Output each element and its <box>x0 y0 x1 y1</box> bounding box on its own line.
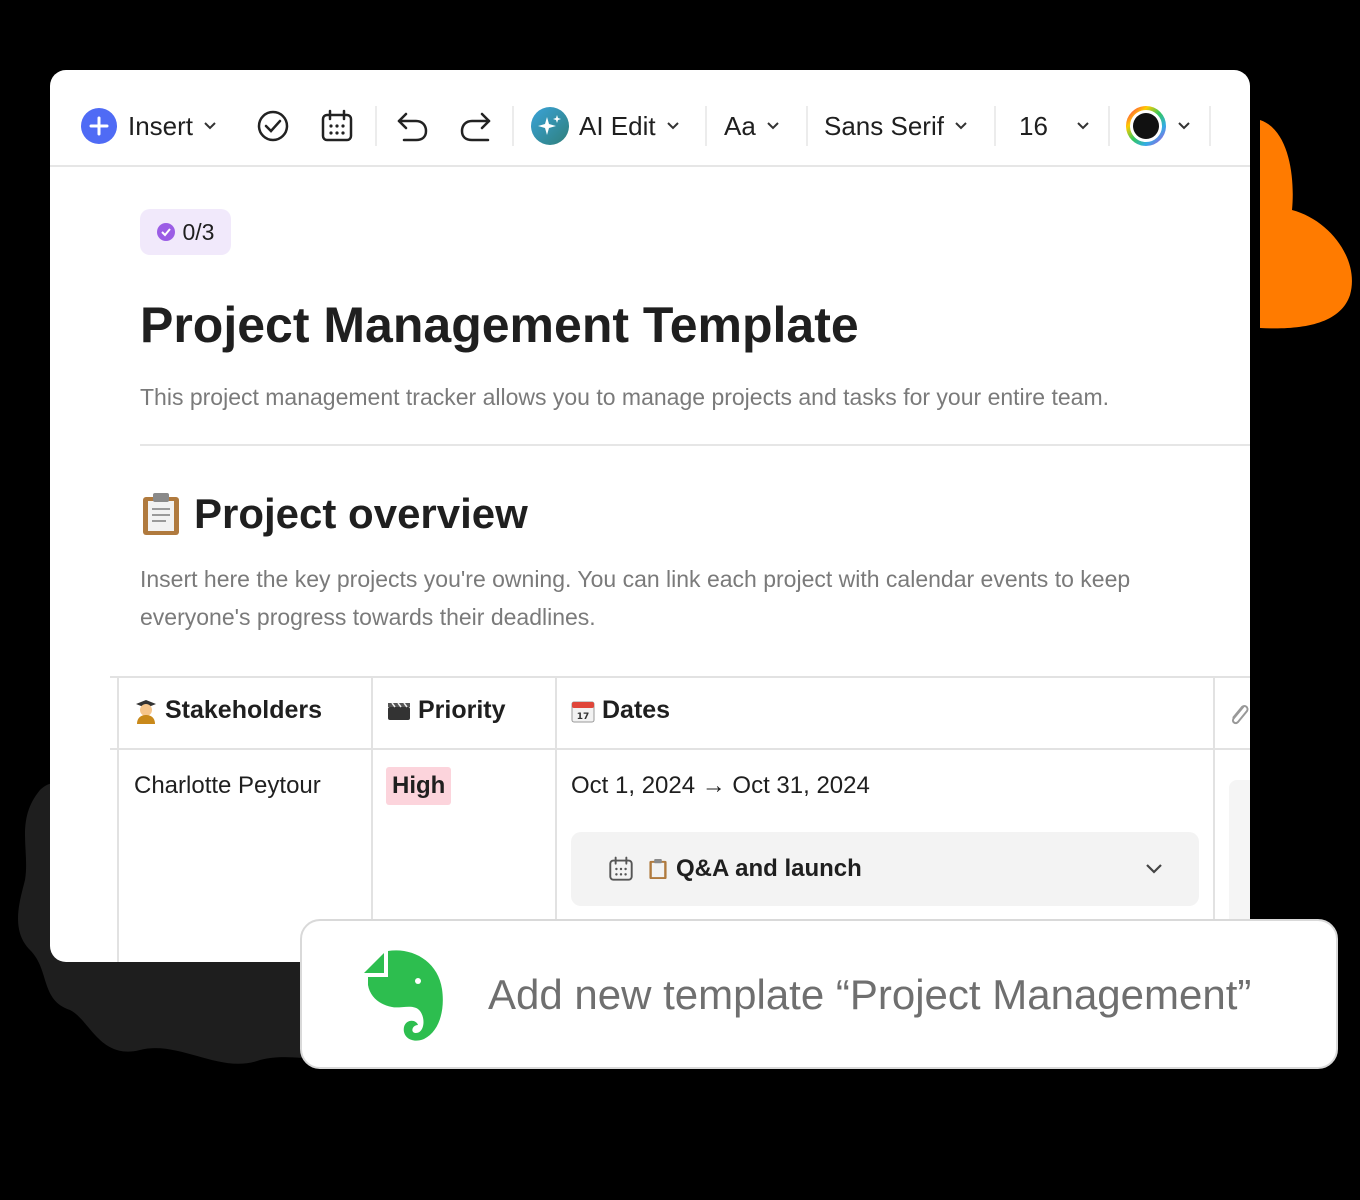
calendar-date-icon: 17 <box>571 701 595 722</box>
divider <box>140 444 1250 446</box>
column-header-priority[interactable]: Priority <box>387 696 506 725</box>
text-style-dropdown[interactable]: Aa <box>724 102 780 150</box>
toolbar-divider <box>512 106 514 146</box>
chevron-down-icon <box>1146 864 1162 874</box>
check-badge-icon <box>156 223 175 241</box>
dates-cell[interactable]: Oct 1, 2024 → Oct 31, 2024 <box>571 772 870 800</box>
toolbar-divider <box>1209 106 1211 146</box>
event-title: Q&A and launch <box>676 855 862 882</box>
evernote-elephant-icon <box>364 950 443 1041</box>
ai-edit-label: AI Edit <box>579 110 656 141</box>
column-header-label: Stakeholders <box>165 696 323 724</box>
stakeholder-cell[interactable]: Charlotte Peytour <box>134 772 321 800</box>
toolbar-divider <box>806 106 808 146</box>
font-size-value: 16 <box>1019 110 1048 141</box>
chevron-down-icon <box>955 122 967 130</box>
column-header-stakeholders[interactable]: Stakeholders <box>134 696 322 725</box>
toolbar: Insert AI Edit Aa Sans Serif 16 <box>50 70 1250 167</box>
page-description: This project management tracker allows y… <box>140 384 1110 410</box>
table-border <box>110 676 1250 678</box>
section-heading: Project overview <box>140 490 528 538</box>
text-style-label: Aa <box>724 110 756 141</box>
toolbar-divider <box>375 106 377 146</box>
ai-sparkle-icon <box>531 107 569 145</box>
column-header-label: Priority <box>418 696 506 724</box>
template-notification[interactable]: Add new template “Project Management” <box>300 919 1338 1069</box>
column-header-dates[interactable]: 17 Dates <box>571 696 670 725</box>
progress-count: 0/3 <box>182 218 215 245</box>
linked-event[interactable]: Q&A and launch <box>571 832 1199 906</box>
chevron-down-icon <box>204 122 216 130</box>
undo-button[interactable] <box>394 102 430 150</box>
font-size-dropdown[interactable]: 16 <box>1019 102 1090 150</box>
student-icon <box>136 699 156 724</box>
text-color-picker[interactable] <box>1125 102 1191 150</box>
clapperboard-icon <box>388 702 410 720</box>
insert-button[interactable]: Insert <box>81 102 217 150</box>
notification-text: Add new template “Project Management” <box>488 971 1252 1018</box>
toolbar-divider <box>1108 106 1110 146</box>
svg-text:17: 17 <box>577 712 590 722</box>
color-wheel-icon <box>1126 106 1166 146</box>
priority-tag[interactable]: High <box>386 767 452 805</box>
section-title: Project overview <box>194 490 528 537</box>
check-circle-icon <box>257 110 289 142</box>
page-title: Project Management Template <box>140 297 859 353</box>
clipboard-icon <box>649 859 667 879</box>
font-family-dropdown[interactable]: Sans Serif <box>824 102 968 150</box>
chevron-down-icon <box>1178 122 1190 130</box>
checklist-button[interactable] <box>256 102 290 150</box>
editor-window: Insert AI Edit Aa Sans Serif 16 0/3 Proj… <box>50 70 1250 962</box>
redo-icon <box>460 112 491 142</box>
attachment-icon <box>1231 704 1249 725</box>
insert-label: Insert <box>128 110 194 141</box>
redo-button[interactable] <box>458 102 494 150</box>
clipboard-icon <box>143 493 179 535</box>
table-column-border <box>117 676 119 962</box>
calendar-icon <box>321 109 353 142</box>
font-family-label: Sans Serif <box>824 110 944 141</box>
chevron-down-icon <box>1077 122 1089 130</box>
task-progress-badge[interactable]: 0/3 <box>140 209 231 255</box>
toolbar-divider <box>994 106 996 146</box>
section-text: Insert here the key projects you're owni… <box>140 566 1131 630</box>
undo-icon <box>397 112 428 142</box>
table-border <box>110 748 1250 750</box>
calendar-button[interactable] <box>320 102 354 150</box>
ai-edit-button[interactable]: AI Edit <box>531 102 680 150</box>
chevron-down-icon <box>767 122 779 130</box>
plus-circle-icon <box>81 108 117 144</box>
toolbar-divider <box>705 106 707 146</box>
chevron-down-icon <box>666 122 679 130</box>
calendar-icon <box>609 856 633 881</box>
column-header-label: Dates <box>602 696 671 724</box>
